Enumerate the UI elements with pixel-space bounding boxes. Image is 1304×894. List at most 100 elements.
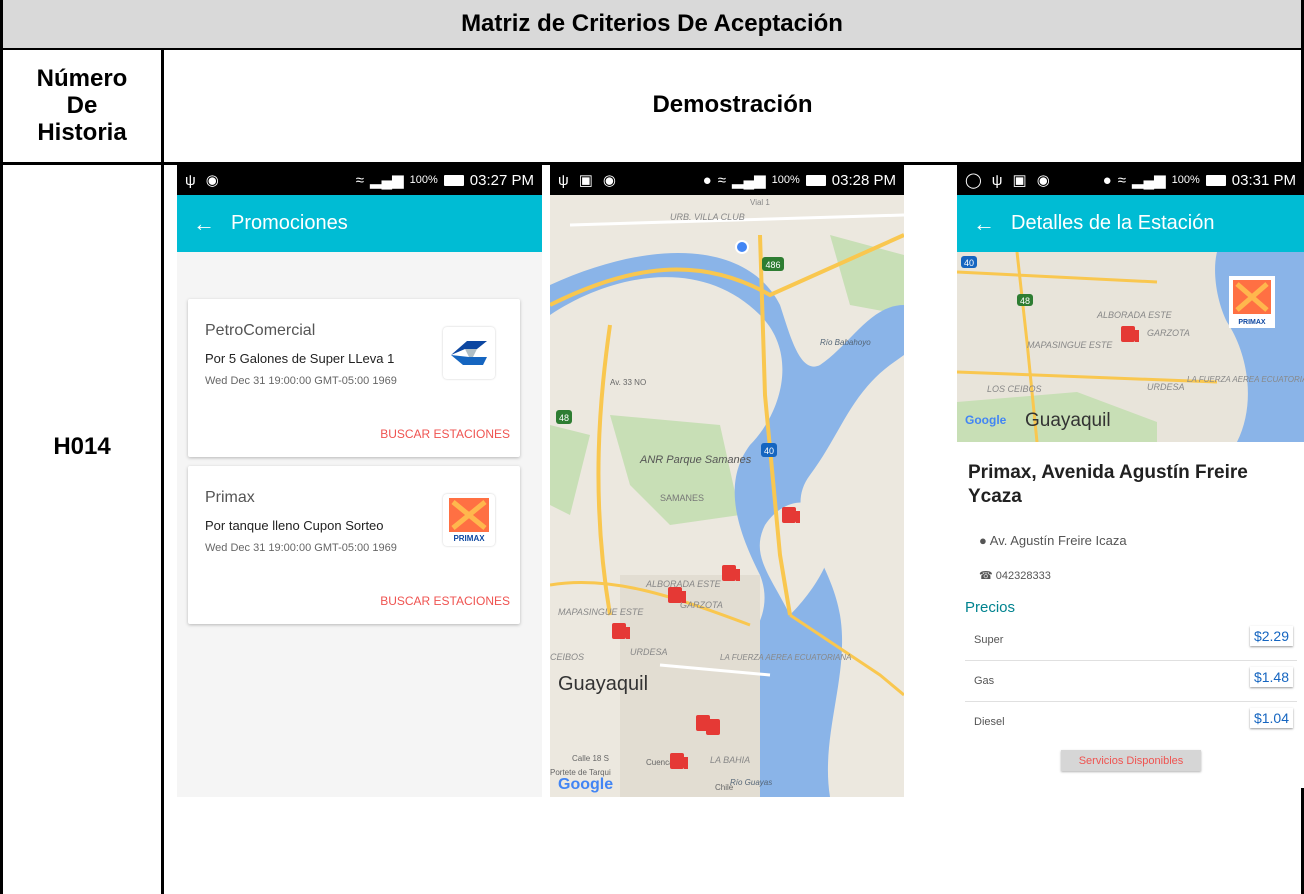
map-label: ANR Parque Samanes: [639, 454, 752, 466]
promotion-card[interactable]: Primax Por tanque lleno Cupon Sorteo Wed…: [188, 466, 520, 624]
android-icon: ◉: [602, 172, 616, 189]
back-arrow-icon[interactable]: ←: [177, 211, 231, 237]
google-logo: Google: [558, 776, 613, 793]
map-label: Río Guayas: [730, 778, 772, 787]
signal-icon: ▂▄▆: [731, 172, 766, 189]
battery-percent: 100%: [771, 174, 800, 186]
primax-logo: PRIMAX: [443, 494, 495, 546]
fuel-type: Super: [974, 634, 1004, 646]
promo-date: Wed Dec 31 19:00:00 GMT-05:00 1969: [205, 542, 397, 554]
map-canvas[interactable]: 486 48 40 URB. VILLA CLUB Vial 1 ANR Par…: [550, 195, 904, 797]
user-location-dot: [735, 240, 749, 254]
battery-percent: 100%: [409, 174, 438, 186]
map-label: GARZOTA: [680, 600, 723, 610]
demonstration-header: Demostración: [652, 91, 813, 118]
map-label: SAMANES: [660, 493, 704, 503]
usb-icon: ψ: [185, 171, 196, 189]
battery-percent: 100%: [1171, 174, 1200, 186]
back-arrow-icon[interactable]: ←: [957, 211, 1011, 237]
app-bar: ← Promociones: [177, 195, 542, 252]
image-icon: ▣: [1012, 172, 1027, 189]
image-icon: ▣: [578, 172, 593, 189]
signal-icon: ▂▄▆: [1131, 172, 1166, 189]
google-logo: Google: [965, 413, 1007, 427]
stations-map-screen: ψ ▣ ◉ ● ≈ ▂▄▆ 100% 03:28 PM 486 48 40 UR…: [550, 165, 904, 797]
primax-logo: PRIMAX: [1229, 276, 1275, 328]
wifi-icon: ≈: [1117, 171, 1126, 189]
search-stations-button[interactable]: BUSCAR ESTACIONES: [380, 594, 510, 608]
promotions-screen: ψ ◉ ≈ ▂▄▆ 100% 03:27 PM ← Promociones Pe…: [177, 165, 542, 797]
price-row: Super $2.29: [965, 620, 1297, 661]
station-map[interactable]: 40 48 ALBORADA ESTE GARZOTA MAPASINGUE E…: [957, 252, 1304, 442]
search-stations-button[interactable]: BUSCAR ESTACIONES: [380, 427, 510, 441]
map-label: 40: [764, 446, 774, 456]
map-city-label: Guayaquil: [1025, 410, 1111, 431]
available-services-button[interactable]: Servicios Disponibles: [1061, 750, 1201, 771]
usb-icon: ψ: [558, 171, 569, 189]
map-label: URDESA: [1147, 382, 1185, 392]
location-icon: ●: [1102, 171, 1112, 189]
map-label: 486: [765, 260, 780, 270]
station-address: ● Av. Agustín Freire Icaza: [979, 533, 1127, 548]
map-label: 48: [1020, 296, 1030, 306]
prices-header: Precios: [965, 599, 1016, 616]
map-label: LA BAHIA: [710, 755, 750, 765]
map-label: 48: [559, 413, 569, 423]
map-label: GARZOTA: [1147, 328, 1190, 338]
map-city-label: Guayaquil: [558, 673, 648, 695]
fuel-type: Gas: [974, 675, 995, 687]
map-label: URB. VILLA CLUB: [670, 212, 745, 222]
location-icon: ●: [702, 171, 712, 189]
story-number-header: Número De Historia: [36, 64, 128, 146]
fuel-type: Diesel: [974, 716, 1005, 728]
map-label: MAPASINGUE ESTE: [1027, 340, 1113, 350]
app-bar: ← Detalles de la Estación: [957, 195, 1304, 252]
map-label: Cuenca: [646, 758, 674, 767]
fuel-price: $1.04: [1249, 708, 1293, 728]
promo-description: Por 5 Galones de Super LLeva 1: [205, 351, 395, 366]
appbar-title: Promociones: [231, 212, 348, 234]
station-phone[interactable]: ☎ 042328333: [979, 569, 1051, 582]
status-time: 03:27 PM: [469, 171, 534, 189]
price-row: Gas $1.48: [965, 661, 1297, 702]
wifi-icon: ≈: [355, 171, 364, 189]
status-bar: ψ ▣ ◉ ● ≈ ▂▄▆ 100% 03:28 PM: [550, 165, 904, 195]
android-icon: ◉: [205, 172, 219, 189]
promo-description: Por tanque lleno Cupon Sorteo: [205, 518, 384, 533]
appbar-title: Detalles de la Estación: [1011, 212, 1215, 234]
map-label: Calle 18 S: [572, 754, 609, 763]
usb-icon: ψ: [991, 171, 1003, 189]
map-label: 40: [964, 258, 974, 268]
status-bar: ψ ◉ ≈ ▂▄▆ 100% 03:27 PM: [177, 165, 542, 195]
price-row: Diesel $1.04: [965, 702, 1297, 743]
map-pin-icon: ●: [979, 533, 987, 548]
whatsapp-icon: ◯: [965, 172, 982, 189]
address-text: Av. Agustín Freire Icaza: [989, 533, 1127, 548]
battery-icon: [1205, 174, 1226, 186]
status-time: 03:31 PM: [1231, 171, 1296, 189]
map-label: ALBORADA ESTE: [645, 579, 722, 589]
fuel-price: $1.48: [1249, 667, 1293, 687]
promo-date: Wed Dec 31 19:00:00 GMT-05:00 1969: [205, 375, 397, 387]
android-icon: ◉: [1036, 172, 1050, 189]
story-id: H014: [53, 433, 111, 460]
phone-text: 042328333: [995, 570, 1051, 582]
divider: [161, 50, 164, 894]
map-label: MAPASINGUE ESTE: [558, 607, 644, 617]
battery-icon: [443, 174, 464, 186]
phone-icon: ☎: [979, 570, 993, 582]
map-label: LA FUERZA AEREA ECUATORIANA: [720, 653, 851, 662]
primax-logo-text: PRIMAX: [1238, 319, 1266, 326]
map-label: Río Babahoyo: [820, 338, 871, 347]
map-label: URDESA: [630, 647, 668, 657]
promotion-card[interactable]: PetroComercial Por 5 Galones de Super LL…: [188, 299, 520, 457]
map-label: Vial 1: [750, 198, 770, 207]
petrocomercial-logo: [443, 327, 495, 379]
promo-brand: PetroComercial: [205, 322, 316, 339]
map-label: Av. 33 NO: [610, 378, 646, 387]
map-label: CEIBOS: [550, 652, 584, 662]
battery-icon: [805, 174, 826, 186]
signal-icon: ▂▄▆: [369, 172, 404, 189]
fuel-price: $2.29: [1249, 626, 1293, 646]
map-label: LOS CEIBOS: [987, 384, 1042, 394]
